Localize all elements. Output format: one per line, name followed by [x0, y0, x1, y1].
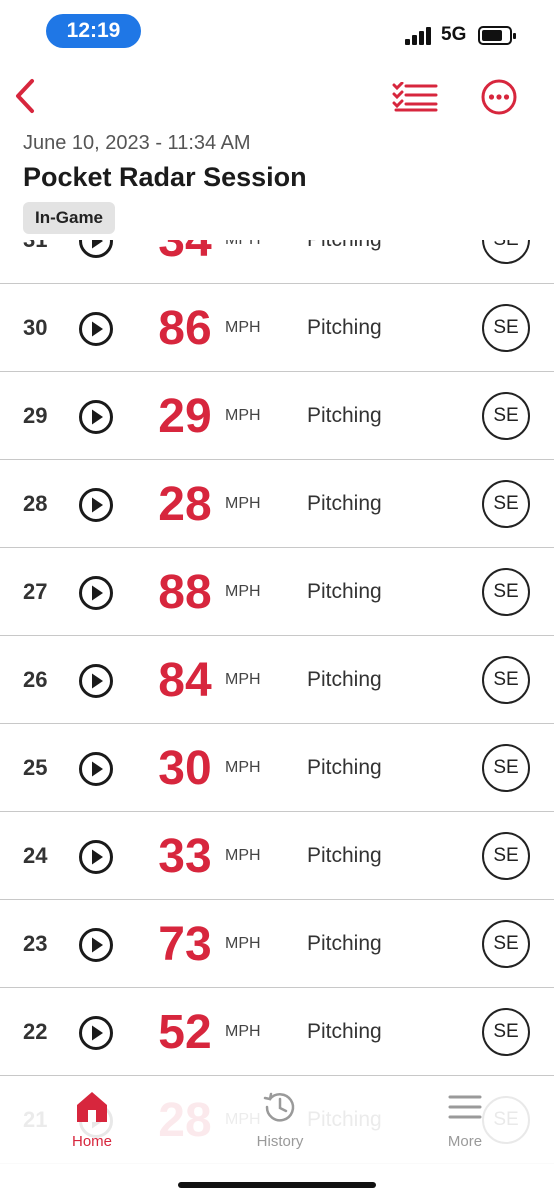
reading-number: 28: [23, 491, 48, 516]
tab-more[interactable]: More: [410, 1089, 520, 1150]
reading-row[interactable]: 22 52 MPH Pitching SE: [0, 988, 554, 1076]
play-circle-icon[interactable]: [78, 311, 114, 347]
speed-value: 52: [158, 1006, 212, 1059]
reading-type: Pitching: [307, 1020, 382, 1043]
checklist-icon: [392, 81, 438, 112]
tab-more-label: More: [447, 1133, 483, 1150]
speed-unit: MPH: [225, 319, 261, 336]
speed-unit: MPH: [225, 759, 261, 776]
reading-row[interactable]: 24 33 MPH Pitching SE: [0, 812, 554, 900]
speed-value: 29: [158, 390, 212, 443]
reading-list[interactable]: 3134MPHPitchingSE3086MPHPitchingSE2929MP…: [0, 196, 554, 1164]
play-circle-icon[interactable]: [78, 399, 114, 435]
speed-value: 84: [158, 654, 212, 707]
reading-row[interactable]: 26 84 MPH Pitching SE: [0, 636, 554, 724]
speed-unit: MPH: [225, 1023, 261, 1040]
play-circle-icon[interactable]: [78, 927, 114, 963]
reading-type: Pitching: [307, 492, 382, 515]
reading-number: 24: [23, 843, 48, 868]
status-bar: 12:19 5G: [0, 0, 554, 62]
session-header: June 10, 2023 - 11:34 AM Pocket Radar Se…: [0, 62, 554, 240]
reading-number: 29: [23, 403, 48, 428]
play-circle-icon[interactable]: [78, 839, 114, 875]
play-circle-icon[interactable]: [78, 751, 114, 787]
speed-value: 73: [158, 918, 212, 971]
se-badge[interactable]: SE: [482, 744, 530, 792]
play-circle-icon[interactable]: [78, 487, 114, 523]
se-badge[interactable]: SE: [482, 1008, 530, 1056]
speed-unit: MPH: [225, 495, 261, 512]
more-options-button[interactable]: [480, 78, 518, 116]
speed-value: 86: [158, 302, 212, 355]
reading-number: 23: [23, 931, 48, 956]
home-indicator: [178, 1182, 376, 1188]
se-badge[interactable]: SE: [482, 656, 530, 704]
reading-type: Pitching: [307, 668, 382, 691]
reading-row[interactable]: 30 86 MPH Pitching SE: [0, 284, 554, 372]
tab-history[interactable]: History: [225, 1089, 335, 1150]
reading-number: 30: [23, 315, 48, 340]
se-badge[interactable]: SE: [482, 920, 530, 968]
chevron-left-icon: [16, 79, 34, 113]
tab-home[interactable]: Home: [37, 1089, 147, 1150]
speed-unit: MPH: [225, 847, 261, 864]
history-icon: [263, 1092, 295, 1122]
play-circle-icon[interactable]: [78, 575, 114, 611]
se-badge[interactable]: SE: [482, 832, 530, 880]
reading-type: Pitching: [307, 932, 382, 955]
speed-value: 88: [158, 566, 212, 619]
tab-history-label: History: [256, 1133, 304, 1150]
reading-type: Pitching: [307, 580, 382, 603]
reading-type: Pitching: [307, 404, 382, 427]
reading-number: 26: [23, 667, 48, 692]
reading-type: Pitching: [307, 316, 382, 339]
reading-number: 25: [23, 755, 48, 780]
signal-icon: [405, 27, 435, 45]
checklist-button[interactable]: [392, 81, 438, 112]
reading-row[interactable]: 28 28 MPH Pitching SE: [0, 460, 554, 548]
speed-unit: MPH: [225, 935, 261, 952]
reading-row[interactable]: 25 30 MPH Pitching SE: [0, 724, 554, 812]
menu-icon: [448, 1095, 482, 1119]
reading-row[interactable]: 23 73 MPH Pitching SE: [0, 900, 554, 988]
reading-type: Pitching: [307, 756, 382, 779]
reading-row[interactable]: 29 29 MPH Pitching SE: [0, 372, 554, 460]
home-icon: [77, 1092, 107, 1122]
reading-number: 27: [23, 579, 48, 604]
reading-number: 22: [23, 1019, 48, 1044]
network-type: 5G: [441, 24, 467, 45]
status-time: 12:19: [46, 14, 141, 48]
reading-type: Pitching: [307, 844, 382, 867]
se-badge[interactable]: SE: [482, 304, 530, 352]
se-badge[interactable]: SE: [482, 392, 530, 440]
speed-unit: MPH: [225, 671, 261, 688]
page-title: Pocket Radar Session: [23, 162, 307, 192]
tab-home-label: Home: [71, 1133, 112, 1150]
reading-row[interactable]: 27 88 MPH Pitching SE: [0, 548, 554, 636]
se-badge[interactable]: SE: [482, 480, 530, 528]
session-type-badge: In-Game: [23, 202, 116, 234]
speed-unit: MPH: [225, 407, 261, 424]
speed-value: 33: [158, 830, 212, 883]
session-date: June 10, 2023 - 11:34 AM: [23, 132, 251, 154]
back-button[interactable]: [10, 76, 44, 116]
battery-icon: [478, 26, 516, 45]
speed-unit: MPH: [225, 583, 261, 600]
speed-value: 28: [158, 478, 212, 531]
se-badge[interactable]: SE: [482, 568, 530, 616]
play-circle-icon[interactable]: [78, 663, 114, 699]
play-circle-icon[interactable]: [78, 1015, 114, 1051]
ellipsis-circle-icon: [481, 79, 517, 115]
speed-value: 30: [158, 742, 212, 795]
